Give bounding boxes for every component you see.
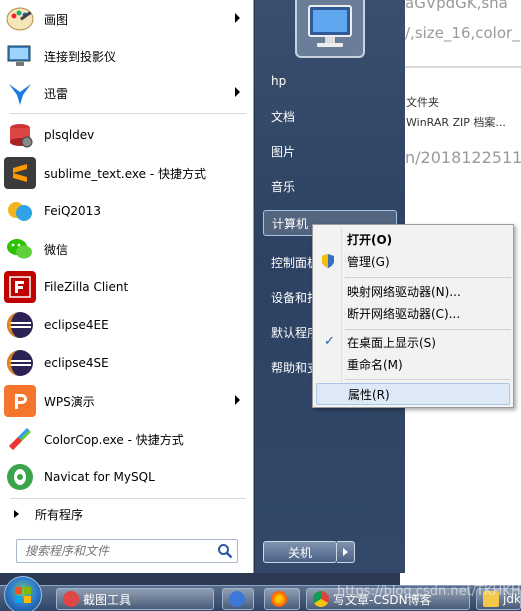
program-label: FeiQ2013 xyxy=(44,204,101,218)
program-label: FileZilla Client xyxy=(44,280,129,294)
submenu-arrow-icon[interactable] xyxy=(235,13,240,23)
shield-icon xyxy=(320,253,336,269)
snipping-tool-icon xyxy=(63,591,79,607)
menu-item-label: 重命名(M) xyxy=(347,357,403,372)
program-item-wechat[interactable]: 微信 xyxy=(4,230,250,268)
background-divider xyxy=(400,66,521,68)
taskbar-button-label: 截图工具 xyxy=(83,592,132,607)
places-link-documents[interactable]: 文档 xyxy=(263,103,397,129)
submenu-arrow-icon[interactable] xyxy=(235,395,240,405)
projector-icon xyxy=(4,40,36,72)
eclipse-icon xyxy=(4,347,36,379)
search-input[interactable] xyxy=(17,540,207,562)
program-item-colorcop[interactable]: ColorCop.exe - 快捷方式 xyxy=(4,420,250,458)
program-label: 画图 xyxy=(44,12,69,27)
menu-item-properties[interactable]: 属性(R) xyxy=(316,383,510,405)
menu-item-map-drive[interactable]: 映射网络驱动器(N)... xyxy=(316,280,510,302)
taskbar-button-firefox[interactable] xyxy=(264,588,300,610)
program-item-projector[interactable]: 连接到投影仪 xyxy=(4,37,250,75)
program-label: plsqldev xyxy=(44,128,95,142)
paint-icon xyxy=(4,3,36,35)
background-file-type: WinRAR ZIP 档案... xyxy=(406,116,506,129)
places-link-pictures[interactable]: 图片 xyxy=(263,138,397,164)
program-item-paint[interactable]: 画图 xyxy=(4,0,250,38)
menu-item-open[interactable]: 打开(O) xyxy=(316,228,510,250)
chrome-icon xyxy=(313,591,329,607)
firefox-icon xyxy=(271,591,287,607)
program-item-sublime[interactable]: sublime_text.exe - 快捷方式 xyxy=(4,154,250,192)
background-url-fragment: /,size_16,color_ xyxy=(405,24,520,42)
program-label: 微信 xyxy=(44,242,69,257)
program-label: WPS演示 xyxy=(44,394,95,409)
computer-monitor-icon xyxy=(308,5,352,47)
search-box[interactable] xyxy=(16,539,238,563)
program-label: 迅雷 xyxy=(44,86,69,101)
wechat-icon xyxy=(4,233,36,265)
shutdown-button[interactable]: 关机 xyxy=(263,541,337,563)
places-link-music[interactable]: 音乐 xyxy=(263,173,397,199)
menu-divider xyxy=(10,113,246,114)
menu-separator xyxy=(345,379,511,380)
program-label: eclipse4SE xyxy=(44,356,109,370)
eclipse-icon xyxy=(4,309,36,341)
program-item-thunder[interactable]: 迅雷 xyxy=(4,74,250,112)
background-url-fragment: aGVpdGK,sha xyxy=(405,0,508,12)
places-link-user[interactable]: hp xyxy=(263,68,397,94)
chevron-right-icon xyxy=(343,548,348,556)
all-programs-button[interactable]: 所有程序 xyxy=(4,500,250,528)
watermark-text: https://blog.csdn.net/TKHKHF xyxy=(337,584,521,599)
program-item-wps[interactable]: WPS演示 xyxy=(4,382,250,420)
thunder-icon xyxy=(4,77,36,109)
menu-item-label: 映射网络驱动器(N)... xyxy=(347,284,461,299)
program-label: ColorCop.exe - 快捷方式 xyxy=(44,432,184,447)
start-menu-programs-pane: 画图 连接到投影仪 迅雷 plsqldev sublime_text.exe -… xyxy=(0,0,254,573)
checkmark-icon: ✓ xyxy=(324,334,335,349)
user-picture[interactable] xyxy=(295,0,365,58)
search-icon[interactable] xyxy=(217,543,233,559)
plsqldev-icon xyxy=(4,119,36,151)
menu-separator xyxy=(345,277,511,278)
program-item-plsqldev[interactable]: plsqldev xyxy=(4,116,250,154)
all-programs-label: 所有程序 xyxy=(35,507,84,522)
menu-item-label: 断开网络驱动器(C)... xyxy=(347,306,461,321)
background-file-type: 文件夹 xyxy=(406,96,439,109)
feiq-icon xyxy=(4,195,36,227)
app-icon xyxy=(229,591,245,607)
wps-icon xyxy=(4,385,36,417)
sublime-icon xyxy=(4,157,36,189)
program-item-eclipse4ee[interactable]: eclipse4EE xyxy=(4,306,250,344)
background-url-fragment: n/2018122511 xyxy=(405,148,521,167)
filezilla-icon xyxy=(4,271,36,303)
windows-logo-icon xyxy=(15,587,31,603)
context-menu: 打开(O) 管理(G) 映射网络驱动器(N)... 断开网络驱动器(C)... … xyxy=(312,224,514,408)
menu-item-disconnect-drive[interactable]: 断开网络驱动器(C)... xyxy=(316,302,510,324)
start-button[interactable] xyxy=(4,576,42,611)
program-item-eclipse4se[interactable]: eclipse4SE xyxy=(4,344,250,382)
menu-item-label: 在桌面上显示(S) xyxy=(347,335,436,350)
all-programs-arrow-icon xyxy=(14,510,19,518)
menu-item-rename[interactable]: 重命名(M) xyxy=(316,353,510,375)
navicat-icon xyxy=(4,461,36,493)
program-label: sublime_text.exe - 快捷方式 xyxy=(44,166,206,181)
submenu-arrow-icon[interactable] xyxy=(235,87,240,97)
menu-divider xyxy=(10,498,246,499)
program-item-navicat[interactable]: Navicat for MySQL xyxy=(4,458,250,496)
menu-item-show-on-desktop[interactable]: ✓ 在桌面上显示(S) xyxy=(316,331,510,353)
menu-item-manage[interactable]: 管理(G) xyxy=(316,250,510,272)
program-label: 连接到投影仪 xyxy=(44,49,117,64)
menu-separator xyxy=(345,329,511,330)
taskbar-button-app[interactable] xyxy=(222,588,254,610)
program-label: eclipse4EE xyxy=(44,318,109,332)
menu-item-label: 打开(O) xyxy=(347,232,393,247)
program-label: Navicat for MySQL xyxy=(44,470,155,484)
program-item-filezilla[interactable]: FileZilla Client xyxy=(4,268,250,306)
shutdown-options-button[interactable] xyxy=(337,541,355,563)
taskbar-button-snipping-tool[interactable]: 截图工具 xyxy=(56,588,214,610)
colorcop-icon xyxy=(4,423,36,455)
program-item-feiq[interactable]: FeiQ2013 xyxy=(4,192,250,230)
menu-item-label: 属性(R) xyxy=(348,387,390,402)
menu-item-label: 管理(G) xyxy=(347,254,390,269)
